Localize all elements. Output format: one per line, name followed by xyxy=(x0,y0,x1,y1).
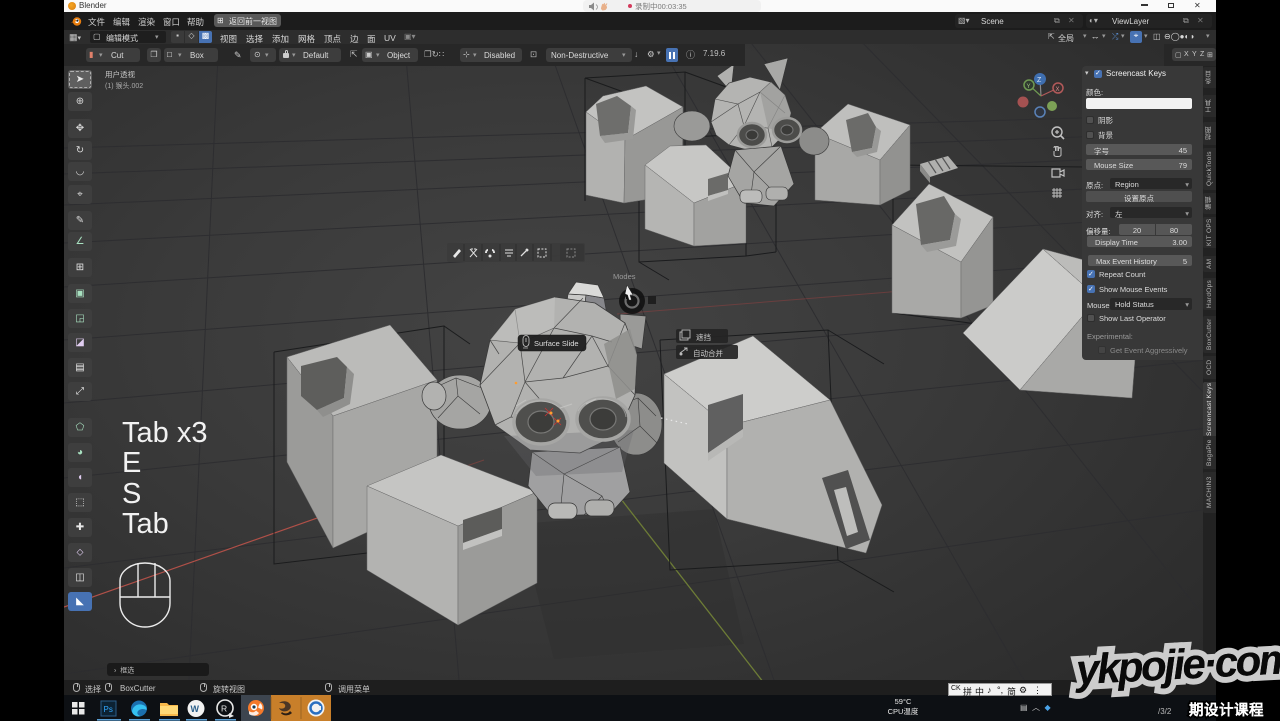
svg-text:Tab x3: Tab x3 xyxy=(122,417,207,449)
svg-text:(1) 猴头.002: (1) 猴头.002 xyxy=(105,81,143,90)
svg-text:用户透视: 用户透视 xyxy=(105,69,135,79)
svg-text:遮挡: 遮挡 xyxy=(696,332,711,342)
svg-text:R: R xyxy=(221,704,227,714)
svg-text:Surface Slide: Surface Slide xyxy=(534,339,579,348)
svg-text:自动合并: 自动合并 xyxy=(693,348,723,358)
svg-text:E: E xyxy=(122,447,141,479)
svg-text:› 框选: › 框选 xyxy=(114,666,134,675)
svg-text:Z: Z xyxy=(1037,77,1042,84)
svg-text:Y: Y xyxy=(1027,84,1031,90)
svg-text:Modes: Modes xyxy=(613,272,636,281)
svg-text:S: S xyxy=(122,478,141,510)
svg-text:Ps: Ps xyxy=(104,705,113,714)
svg-text:W: W xyxy=(191,704,200,714)
svg-text:Tab: Tab xyxy=(122,508,169,540)
svg-text:X: X xyxy=(1056,87,1060,93)
